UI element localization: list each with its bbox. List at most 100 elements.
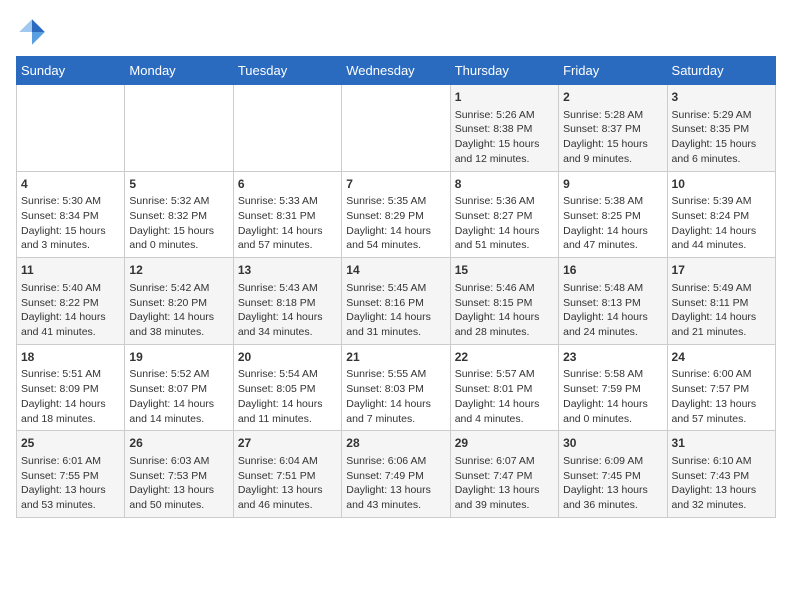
day-info: Sunset: 8:25 PM bbox=[563, 209, 662, 224]
day-info: Daylight: 14 hours and 51 minutes. bbox=[455, 224, 554, 253]
day-info: Daylight: 15 hours and 3 minutes. bbox=[21, 224, 120, 253]
calendar-week-5: 25Sunrise: 6:01 AMSunset: 7:55 PMDayligh… bbox=[17, 431, 776, 518]
day-info: Sunrise: 5:46 AM bbox=[455, 281, 554, 296]
day-info: Sunrise: 5:38 AM bbox=[563, 194, 662, 209]
day-info: Sunrise: 5:32 AM bbox=[129, 194, 228, 209]
day-header-saturday: Saturday bbox=[667, 57, 775, 85]
day-info: Sunrise: 5:39 AM bbox=[672, 194, 771, 209]
day-number: 11 bbox=[21, 262, 120, 279]
calendar-cell: 20Sunrise: 5:54 AMSunset: 8:05 PMDayligh… bbox=[233, 344, 341, 431]
calendar-cell bbox=[125, 85, 233, 172]
day-number: 24 bbox=[672, 349, 771, 366]
day-info: Sunrise: 5:54 AM bbox=[238, 367, 337, 382]
day-number: 15 bbox=[455, 262, 554, 279]
day-info: Daylight: 14 hours and 57 minutes. bbox=[238, 224, 337, 253]
day-info: Sunset: 8:09 PM bbox=[21, 382, 120, 397]
day-info: Daylight: 14 hours and 18 minutes. bbox=[21, 397, 120, 426]
day-info: Sunrise: 5:26 AM bbox=[455, 108, 554, 123]
day-info: Daylight: 14 hours and 4 minutes. bbox=[455, 397, 554, 426]
day-number: 5 bbox=[129, 176, 228, 193]
calendar-cell: 10Sunrise: 5:39 AMSunset: 8:24 PMDayligh… bbox=[667, 171, 775, 258]
day-info: Daylight: 15 hours and 12 minutes. bbox=[455, 137, 554, 166]
day-info: Sunset: 8:03 PM bbox=[346, 382, 445, 397]
calendar-cell: 24Sunrise: 6:00 AMSunset: 7:57 PMDayligh… bbox=[667, 344, 775, 431]
day-number: 12 bbox=[129, 262, 228, 279]
day-info: Sunset: 7:45 PM bbox=[563, 469, 662, 484]
day-info: Sunrise: 5:35 AM bbox=[346, 194, 445, 209]
day-info: Sunrise: 5:29 AM bbox=[672, 108, 771, 123]
day-number: 16 bbox=[563, 262, 662, 279]
day-info: Sunset: 8:01 PM bbox=[455, 382, 554, 397]
day-info: Sunrise: 5:48 AM bbox=[563, 281, 662, 296]
day-info: Sunset: 8:27 PM bbox=[455, 209, 554, 224]
calendar-cell: 14 Sunrise: 5:45 AMSunset: 8:16 PMDayligh… bbox=[342, 258, 450, 345]
day-info: Daylight: 13 hours and 32 minutes. bbox=[672, 483, 771, 512]
calendar-cell: 9Sunrise: 5:38 AMSunset: 8:25 PMDaylight… bbox=[559, 171, 667, 258]
day-info: Sunset: 8:32 PM bbox=[129, 209, 228, 224]
day-info: Daylight: 14 hours and 47 minutes. bbox=[563, 224, 662, 253]
day-info: Sunrise: 6:09 AM bbox=[563, 454, 662, 469]
day-info: Daylight: 14 hours and 38 minutes. bbox=[129, 310, 228, 339]
day-info: Daylight: 14 hours and 54 minutes. bbox=[346, 224, 445, 253]
calendar-cell: 1Sunrise: 5:26 AMSunset: 8:38 PMDaylight… bbox=[450, 85, 558, 172]
day-info: Daylight: 13 hours and 57 minutes. bbox=[672, 397, 771, 426]
page-header bbox=[16, 16, 776, 48]
calendar-cell: 12Sunrise: 5:42 AMSunset: 8:20 PMDayligh… bbox=[125, 258, 233, 345]
day-info: Daylight: 13 hours and 36 minutes. bbox=[563, 483, 662, 512]
calendar-cell bbox=[233, 85, 341, 172]
day-info: Daylight: 15 hours and 9 minutes. bbox=[563, 137, 662, 166]
day-info: Sunset: 7:53 PM bbox=[129, 469, 228, 484]
day-header-thursday: Thursday bbox=[450, 57, 558, 85]
day-info: Daylight: 15 hours and 0 minutes. bbox=[129, 224, 228, 253]
day-info: Sunrise: 5:40 AM bbox=[21, 281, 120, 296]
day-info: Sunset: 7:47 PM bbox=[455, 469, 554, 484]
calendar-table: SundayMondayTuesdayWednesdayThursdayFrid… bbox=[16, 56, 776, 518]
day-info: Sunrise: 5:45 AM bbox=[346, 281, 445, 296]
calendar-cell: 26Sunrise: 6:03 AMSunset: 7:53 PMDayligh… bbox=[125, 431, 233, 518]
calendar-cell: 5Sunrise: 5:32 AMSunset: 8:32 PMDaylight… bbox=[125, 171, 233, 258]
day-header-wednesday: Wednesday bbox=[342, 57, 450, 85]
day-info: Sunset: 8:11 PM bbox=[672, 296, 771, 311]
day-info: Daylight: 14 hours and 24 minutes. bbox=[563, 310, 662, 339]
day-info: Sunrise: 6:06 AM bbox=[346, 454, 445, 469]
calendar-cell: 6Sunrise: 5:33 AMSunset: 8:31 PMDaylight… bbox=[233, 171, 341, 258]
calendar-cell: 29Sunrise: 6:07 AMSunset: 7:47 PMDayligh… bbox=[450, 431, 558, 518]
day-info: Sunrise: 5:57 AM bbox=[455, 367, 554, 382]
day-info: Daylight: 14 hours and 7 minutes. bbox=[346, 397, 445, 426]
day-info: Daylight: 13 hours and 43 minutes. bbox=[346, 483, 445, 512]
day-header-friday: Friday bbox=[559, 57, 667, 85]
calendar-cell: 15Sunrise: 5:46 AMSunset: 8:15 PMDayligh… bbox=[450, 258, 558, 345]
day-info: Sunrise: 5:52 AM bbox=[129, 367, 228, 382]
calendar-cell: 30 Sunrise: 6:09 AMSunset: 7:45 PMDayligh… bbox=[559, 431, 667, 518]
calendar-cell: 16Sunrise: 5:48 AMSunset: 8:13 PMDayligh… bbox=[559, 258, 667, 345]
day-number: 14 bbox=[346, 262, 445, 279]
day-info: Sunrise: 6:10 AM bbox=[672, 454, 771, 469]
day-info: Sunset: 7:57 PM bbox=[672, 382, 771, 397]
day-info: Sunrise: 5:49 AM bbox=[672, 281, 771, 296]
calendar-cell: 4Sunrise: 5:30 AMSunset: 8:34 PMDaylight… bbox=[17, 171, 125, 258]
day-header-sunday: Sunday bbox=[17, 57, 125, 85]
day-info: Sunrise: 6:03 AM bbox=[129, 454, 228, 469]
day-info: Sunset: 7:49 PM bbox=[346, 469, 445, 484]
calendar-cell: 23Sunrise: 5:58 AMSunset: 7:59 PMDayligh… bbox=[559, 344, 667, 431]
calendar-cell: 8Sunrise: 5:36 AMSunset: 8:27 PMDaylight… bbox=[450, 171, 558, 258]
day-info: Daylight: 15 hours and 6 minutes. bbox=[672, 137, 771, 166]
day-number: 19 bbox=[129, 349, 228, 366]
day-info: Sunset: 8:15 PM bbox=[455, 296, 554, 311]
day-info: Sunset: 8:16 PM bbox=[346, 296, 445, 311]
day-number: 20 bbox=[238, 349, 337, 366]
day-number: 30 bbox=[563, 435, 662, 452]
day-info: Sunrise: 5:28 AM bbox=[563, 108, 662, 123]
day-info: Sunrise: 5:55 AM bbox=[346, 367, 445, 382]
day-info: Daylight: 14 hours and 31 minutes. bbox=[346, 310, 445, 339]
calendar-cell: 31Sunrise: 6:10 AMSunset: 7:43 PMDayligh… bbox=[667, 431, 775, 518]
day-number: 22 bbox=[455, 349, 554, 366]
day-number: 8 bbox=[455, 176, 554, 193]
calendar-week-1: 1Sunrise: 5:26 AMSunset: 8:38 PMDaylight… bbox=[17, 85, 776, 172]
day-header-tuesday: Tuesday bbox=[233, 57, 341, 85]
day-info: Daylight: 13 hours and 50 minutes. bbox=[129, 483, 228, 512]
day-info: Daylight: 13 hours and 46 minutes. bbox=[238, 483, 337, 512]
day-number: 2 bbox=[563, 89, 662, 106]
day-info: Daylight: 14 hours and 34 minutes. bbox=[238, 310, 337, 339]
day-info: Daylight: 14 hours and 11 minutes. bbox=[238, 397, 337, 426]
